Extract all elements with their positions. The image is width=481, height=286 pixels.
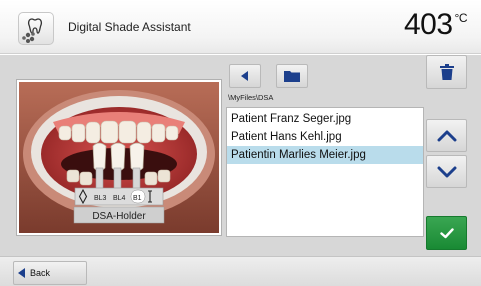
back-label: Back <box>30 268 51 278</box>
folder-icon <box>284 71 300 82</box>
file-item-selected[interactable]: Patientin Marlies Meier.jpg <box>227 146 423 164</box>
back-button[interactable]: Back <box>13 261 87 285</box>
scroll-down-button[interactable] <box>426 155 467 188</box>
footer-bar: Back <box>0 256 481 286</box>
scroll-up-button[interactable] <box>426 119 467 152</box>
shade-photo-frame: BL3 BL4 B1 DSA-Holder <box>16 79 222 236</box>
current-path: \MyFiles\DSA <box>228 93 274 102</box>
check-icon <box>439 227 454 238</box>
app-title: Digital Shade Assistant <box>68 20 191 34</box>
header-bar: Digital Shade Assistant 403 °C <box>0 0 481 54</box>
arrow-left-icon <box>241 71 248 81</box>
shade-tab-label: B1 <box>133 195 142 202</box>
file-item[interactable]: Patient Hans Kehl.jpg <box>227 128 423 146</box>
folder-button[interactable] <box>276 64 308 88</box>
tooth-shade-icon <box>22 18 43 43</box>
temperature-display: 403 °C <box>403 8 468 42</box>
teeth-photo-illustration: BL3 BL4 B1 DSA-Holder <box>19 82 219 233</box>
chevron-up-icon <box>437 130 456 141</box>
nav-back-button[interactable] <box>229 64 261 88</box>
dsa-holder-label: DSA-Holder <box>92 211 146 222</box>
arrow-left-icon <box>18 268 25 278</box>
file-item[interactable]: Patient Franz Seger.jpg <box>227 110 423 128</box>
temperature-unit: °C <box>454 11 468 25</box>
confirm-button[interactable] <box>426 216 467 250</box>
shade-tab-label: BL4 <box>113 195 126 202</box>
chevron-down-icon <box>437 166 456 177</box>
shade-photo: BL3 BL4 B1 DSA-Holder <box>19 82 219 233</box>
trash-icon <box>439 64 454 80</box>
file-list[interactable]: Patient Franz Seger.jpg Patient Hans Keh… <box>226 107 424 237</box>
shade-tab-label: BL3 <box>94 195 107 202</box>
temperature-value: 403 <box>403 8 453 41</box>
app-icon-button[interactable] <box>18 12 54 45</box>
delete-button[interactable] <box>426 55 467 89</box>
